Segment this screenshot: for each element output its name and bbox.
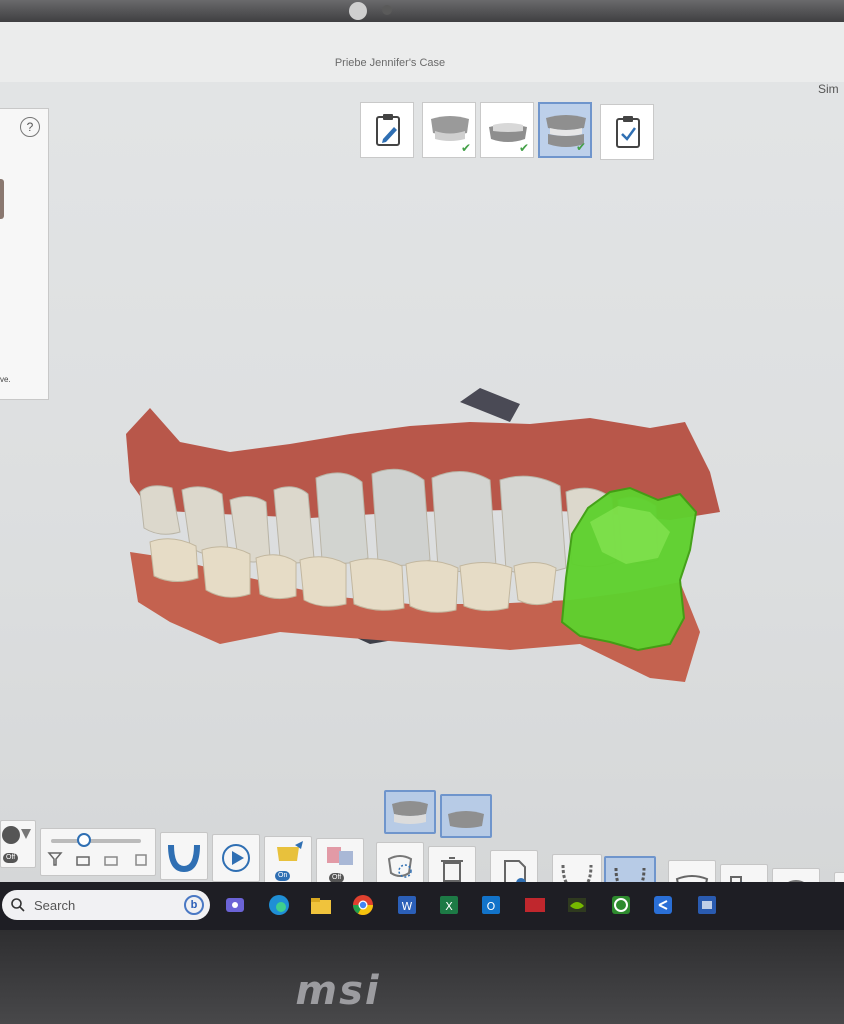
view-toggle-upper[interactable] xyxy=(384,790,436,834)
view-toggle-lower[interactable] xyxy=(440,794,492,838)
slider-handle[interactable] xyxy=(77,833,91,847)
dental-3d-model[interactable] xyxy=(110,382,730,682)
screen: Priebe Jennifer's Case Sim ? ve. ✔ ✔ ✔ O… xyxy=(0,22,844,930)
taskbar: Search b W X O xyxy=(0,882,844,930)
share-icon[interactable] xyxy=(650,892,676,918)
tooth-margin-icon xyxy=(327,847,353,865)
margin-tool[interactable]: Off xyxy=(316,838,364,886)
step-bite-scan[interactable]: ✔ xyxy=(538,102,592,158)
svg-text:O: O xyxy=(487,900,496,913)
slider-track[interactable] xyxy=(51,839,141,843)
jaw-view-icon xyxy=(392,801,428,824)
app-blue-icon[interactable] xyxy=(694,892,720,918)
xbox-icon[interactable] xyxy=(608,892,634,918)
webcam xyxy=(349,2,367,20)
bezel-bottom: msi xyxy=(0,930,844,1024)
color-toggle-tool[interactable]: Off xyxy=(0,820,36,868)
play-icon xyxy=(222,844,250,872)
search-icon xyxy=(11,898,25,912)
help-button[interactable]: ? xyxy=(20,117,40,137)
play-tool[interactable] xyxy=(212,834,260,882)
excel-icon[interactable]: X xyxy=(436,892,462,918)
color-toggle-icon xyxy=(2,826,31,844)
upper-jaw-icon xyxy=(76,856,90,866)
toggle-pill: Off xyxy=(3,853,19,863)
taskbar-search[interactable]: Search b xyxy=(2,890,210,920)
chrome-icon[interactable] xyxy=(350,892,376,918)
laptop-brand-logo: msi xyxy=(295,968,381,1014)
arch-tool[interactable] xyxy=(160,832,208,880)
ai-detect-tool[interactable]: On xyxy=(264,836,312,884)
webcam-sensor xyxy=(382,5,392,15)
nvidia-icon[interactable] xyxy=(564,892,590,918)
step-check-icon: ✔ xyxy=(460,141,471,155)
step-upper-scan[interactable]: ✔ xyxy=(422,102,476,158)
model-shadow xyxy=(460,388,520,422)
lower-jaw-icon xyxy=(104,856,118,866)
file-explorer-icon[interactable] xyxy=(308,892,334,918)
edge-icon[interactable] xyxy=(266,892,292,918)
step-prescription[interactable] xyxy=(360,102,414,158)
toggle-pill-on: On xyxy=(275,871,291,881)
step-lower-scan[interactable]: ✔ xyxy=(480,102,534,158)
step-check-icon: ✔ xyxy=(575,140,586,154)
svg-text:W: W xyxy=(402,900,413,913)
step-check-icon: ✔ xyxy=(518,141,529,155)
title-right-label: Sim xyxy=(818,82,839,96)
panel-image-fragment xyxy=(0,179,4,219)
app-red-icon[interactable] xyxy=(522,892,548,918)
left-panel: ? ve. xyxy=(0,108,49,400)
clipboard-edit-icon xyxy=(376,114,400,146)
window-title: Priebe Jennifer's Case xyxy=(334,57,446,69)
step-review[interactable] xyxy=(600,104,654,160)
word-icon[interactable]: W xyxy=(394,892,420,918)
teams-icon[interactable] xyxy=(222,892,248,918)
search-placeholder: Search xyxy=(34,898,76,913)
outlook-icon[interactable]: O xyxy=(478,892,504,918)
transparency-slider-tool[interactable] xyxy=(40,828,156,876)
small-jaw-icon xyxy=(135,854,147,866)
tooth-ai-icon xyxy=(277,841,303,861)
clipboard-check-icon xyxy=(616,116,640,148)
left-panel-text: ve. xyxy=(0,375,11,384)
dental-arch-icon xyxy=(168,844,200,873)
bing-icon[interactable]: b xyxy=(184,895,204,915)
svg-text:X: X xyxy=(445,900,453,913)
jaw-view-icon xyxy=(448,811,484,828)
filter-icon xyxy=(47,852,63,866)
title-bar: Priebe Jennifer's Case xyxy=(0,22,844,82)
